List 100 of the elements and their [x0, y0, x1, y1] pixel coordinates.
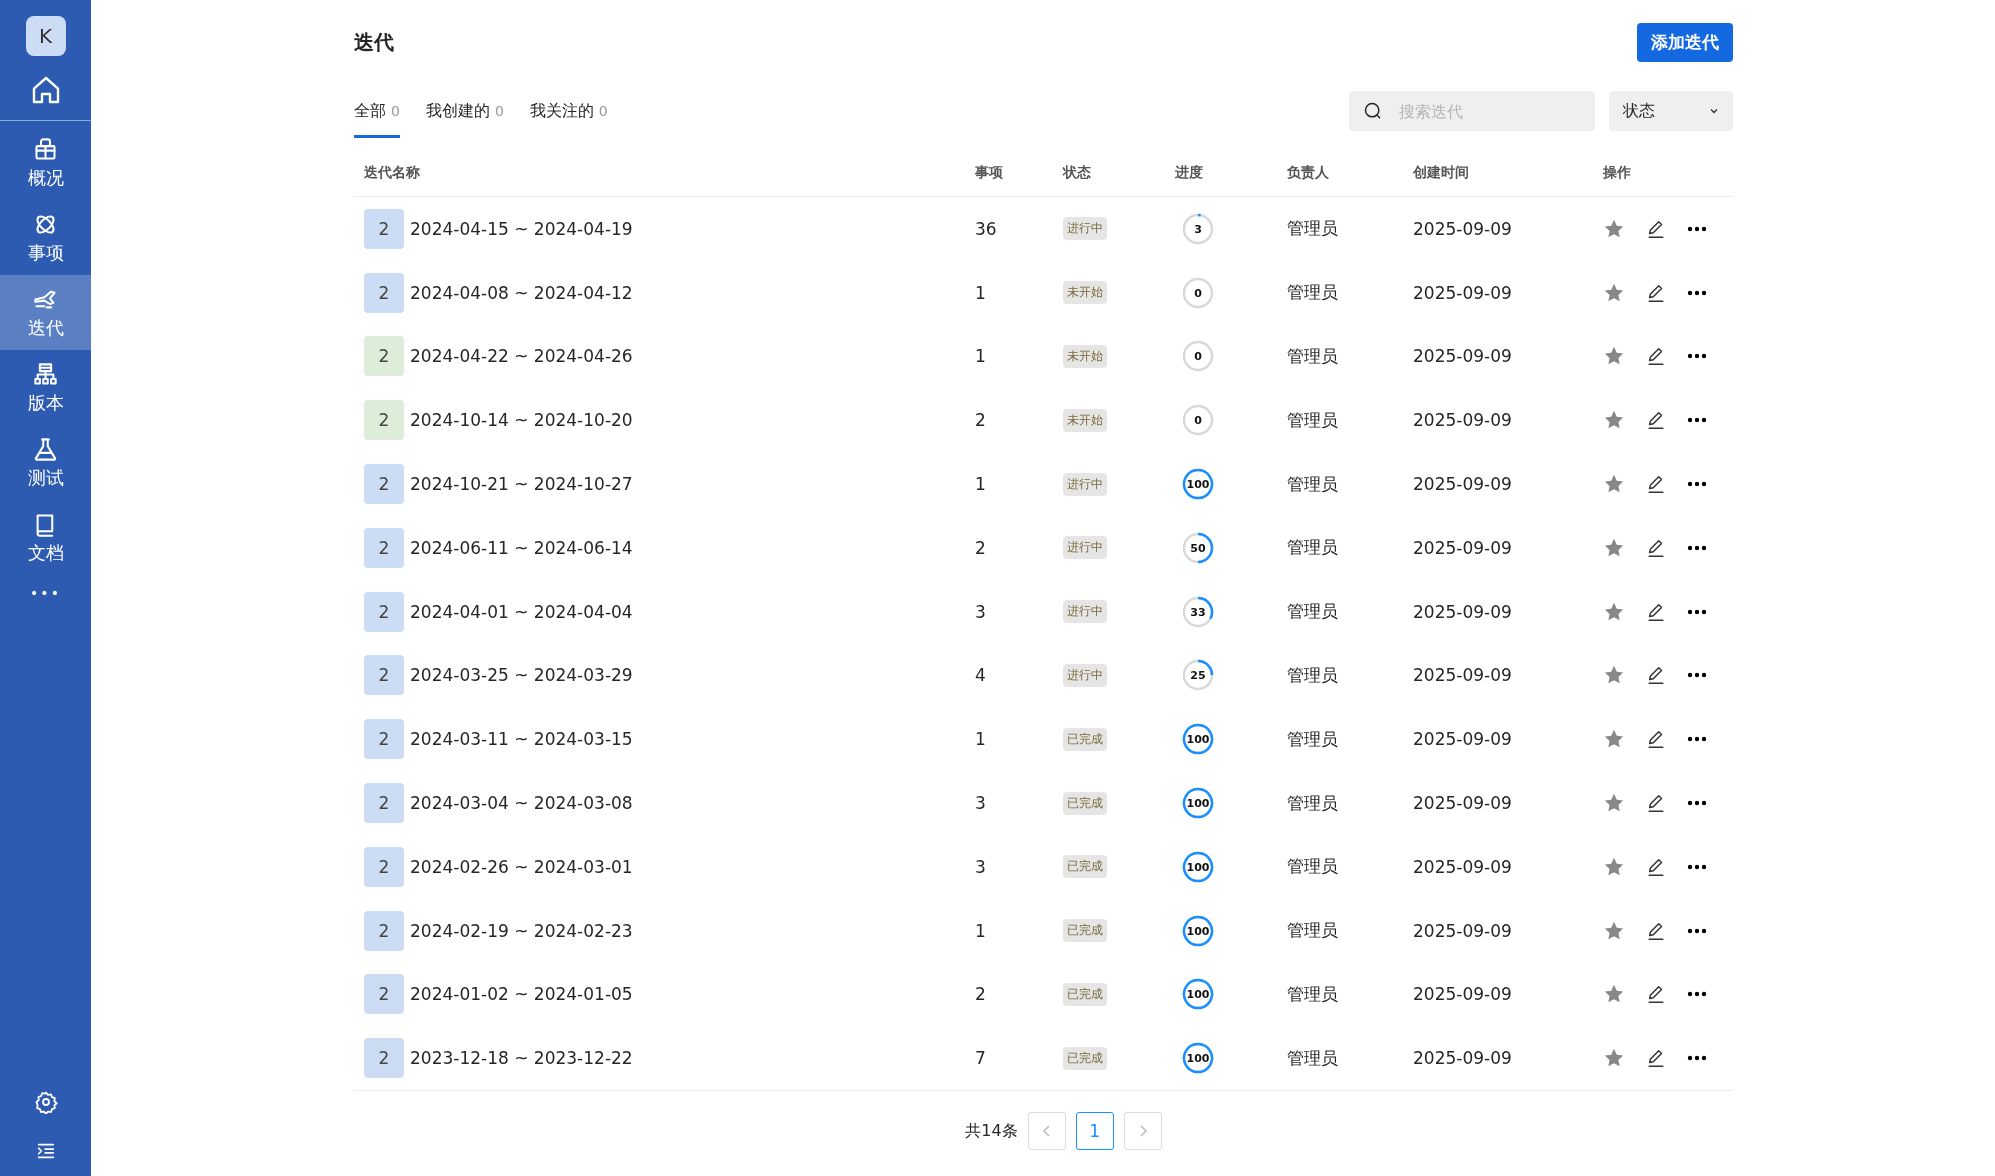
tab[interactable]: 全部 0: [354, 84, 400, 138]
nav-item[interactable]: 概况: [0, 125, 91, 200]
more-icon[interactable]: [1687, 608, 1707, 615]
chevron-right-icon: [1137, 1124, 1148, 1139]
owner-cell-text: 管理员: [1287, 345, 1339, 368]
settings-icon[interactable]: [33, 1090, 58, 1114]
progress-ring: [1182, 914, 1214, 947]
nav-label: 概况: [27, 165, 64, 190]
iteration-name[interactable]: 2024-04-22 ~ 2024-04-26: [410, 346, 633, 367]
column-header: 创建时间: [1413, 164, 1470, 182]
iteration-badge: 2: [364, 208, 404, 249]
status-tag: 已完成: [1063, 982, 1107, 1006]
item-count: 3: [975, 856, 987, 877]
status-tag: 进行中: [1063, 663, 1107, 687]
iteration-name[interactable]: 2024-04-15 ~ 2024-04-19: [410, 218, 633, 239]
user-avatar[interactable]: K: [25, 16, 66, 56]
add-iteration-button[interactable]: 添加迭代: [1637, 22, 1733, 62]
owner-cell-text: 管理员: [1287, 536, 1339, 560]
more-icon[interactable]: [1687, 1055, 1707, 1062]
search-icon: [1363, 101, 1383, 121]
created-date: 2025-09-09: [1413, 920, 1513, 941]
iteration-badge: 2: [364, 272, 404, 313]
status-tag: 未开始: [1063, 281, 1107, 305]
progress-value: 100: [1186, 797, 1210, 809]
owner-cell-text: 管理员: [1287, 727, 1339, 751]
hierarchy-icon: [32, 360, 59, 388]
owner-cell-text: 管理员: [1287, 281, 1339, 305]
status-dropdown[interactable]: 状态: [1609, 91, 1733, 131]
nav-item[interactable]: 迭代: [0, 275, 91, 350]
owner-cell-text: 管理员: [1287, 600, 1339, 624]
total-count: 共14条: [965, 1120, 1018, 1142]
progress-ring: [1182, 404, 1214, 437]
column-header: 迭代名称: [364, 164, 421, 182]
iteration-name[interactable]: 2024-02-26 ~ 2024-03-01: [410, 856, 633, 877]
tab[interactable]: 我关注的 0: [529, 84, 608, 138]
nav-item[interactable]: 测试: [0, 425, 91, 500]
iteration-name[interactable]: 2024-04-08 ~ 2024-04-12: [410, 282, 633, 303]
chevron-down-icon: [1709, 106, 1719, 116]
status-tag: 已完成: [1063, 919, 1107, 943]
more-icon[interactable]: [1687, 481, 1707, 488]
iteration-badge: 2: [364, 719, 404, 760]
more-menu[interactable]: •••: [30, 585, 61, 601]
item-count: 1: [975, 729, 987, 750]
progress-ring: [1182, 787, 1214, 820]
more-icon[interactable]: [1687, 927, 1707, 934]
column-header: 事项: [975, 164, 1004, 182]
iteration-name[interactable]: 2023-12-18 ~ 2023-12-22: [410, 1048, 633, 1069]
progress-value: 0: [1194, 351, 1202, 362]
gift-icon: [32, 135, 59, 163]
more-icon[interactable]: [1687, 225, 1707, 232]
progress-value: 100: [1186, 1052, 1210, 1064]
search-field[interactable]: 搜索迭代: [1349, 91, 1595, 131]
owner-cell-text: 管理员: [1287, 663, 1339, 687]
tab[interactable]: 我创建的 0: [425, 84, 504, 138]
status-tag: 已完成: [1063, 1046, 1107, 1070]
more-icon[interactable]: [1687, 991, 1707, 998]
nav-label: 文档: [27, 540, 64, 565]
nav-item[interactable]: 文档: [0, 500, 91, 575]
more-icon[interactable]: [1687, 417, 1707, 424]
more-icon[interactable]: [1687, 672, 1707, 679]
iteration-badge: 2: [364, 1038, 404, 1079]
progress-value: 100: [1186, 925, 1210, 937]
iteration-name[interactable]: 2024-10-14 ~ 2024-10-20: [410, 410, 633, 431]
iteration-name[interactable]: 2024-03-11 ~ 2024-03-15: [410, 729, 633, 750]
iteration-name[interactable]: 2024-10-21 ~ 2024-10-27: [410, 474, 633, 495]
iteration-name[interactable]: 2024-03-25 ~ 2024-03-29: [410, 665, 633, 686]
owner-cell-text: 管理员: [1287, 217, 1339, 241]
item-count: 3: [975, 601, 987, 622]
nav-label: 事项: [27, 240, 64, 265]
created-date: 2025-09-09: [1413, 601, 1513, 622]
more-icon[interactable]: [1687, 736, 1707, 743]
iteration-badge: 2: [364, 336, 404, 377]
progress-ring: [1182, 978, 1214, 1011]
iteration-name[interactable]: 2024-03-04 ~ 2024-03-08: [410, 793, 633, 814]
chevron-left-icon: [1041, 1124, 1052, 1139]
item-count: 4: [975, 665, 987, 686]
more-icon[interactable]: [1687, 289, 1707, 296]
progress-value: 100: [1186, 988, 1210, 1000]
progress-value: 25: [1190, 669, 1206, 681]
more-icon[interactable]: [1687, 353, 1707, 360]
nav-item[interactable]: 事项: [0, 200, 91, 275]
created-date: 2025-09-09: [1413, 984, 1513, 1005]
item-count: 1: [975, 282, 987, 303]
progress-value: 50: [1190, 542, 1206, 554]
iteration-name[interactable]: 2024-02-19 ~ 2024-02-23: [410, 920, 633, 941]
search-input[interactable]: 搜索迭代: [1397, 100, 1571, 122]
more-icon[interactable]: [1687, 544, 1707, 551]
status-tag: 进行中: [1063, 472, 1107, 496]
iteration-badge: 2: [364, 974, 404, 1015]
progress-ring: [1182, 276, 1214, 309]
iteration-name[interactable]: 2024-06-11 ~ 2024-06-14: [410, 537, 633, 558]
iteration-name[interactable]: 2024-01-02 ~ 2024-01-05: [410, 984, 633, 1005]
progress-value: 100: [1186, 861, 1210, 873]
iteration-name[interactable]: 2024-04-01 ~ 2024-04-04: [410, 601, 633, 622]
progress-ring: [1182, 723, 1214, 756]
more-icon[interactable]: [1687, 800, 1707, 807]
status-tag: 未开始: [1063, 408, 1107, 432]
status-tag: 进行中: [1063, 600, 1107, 624]
more-icon[interactable]: [1687, 863, 1707, 870]
nav-item[interactable]: 版本: [0, 350, 91, 425]
